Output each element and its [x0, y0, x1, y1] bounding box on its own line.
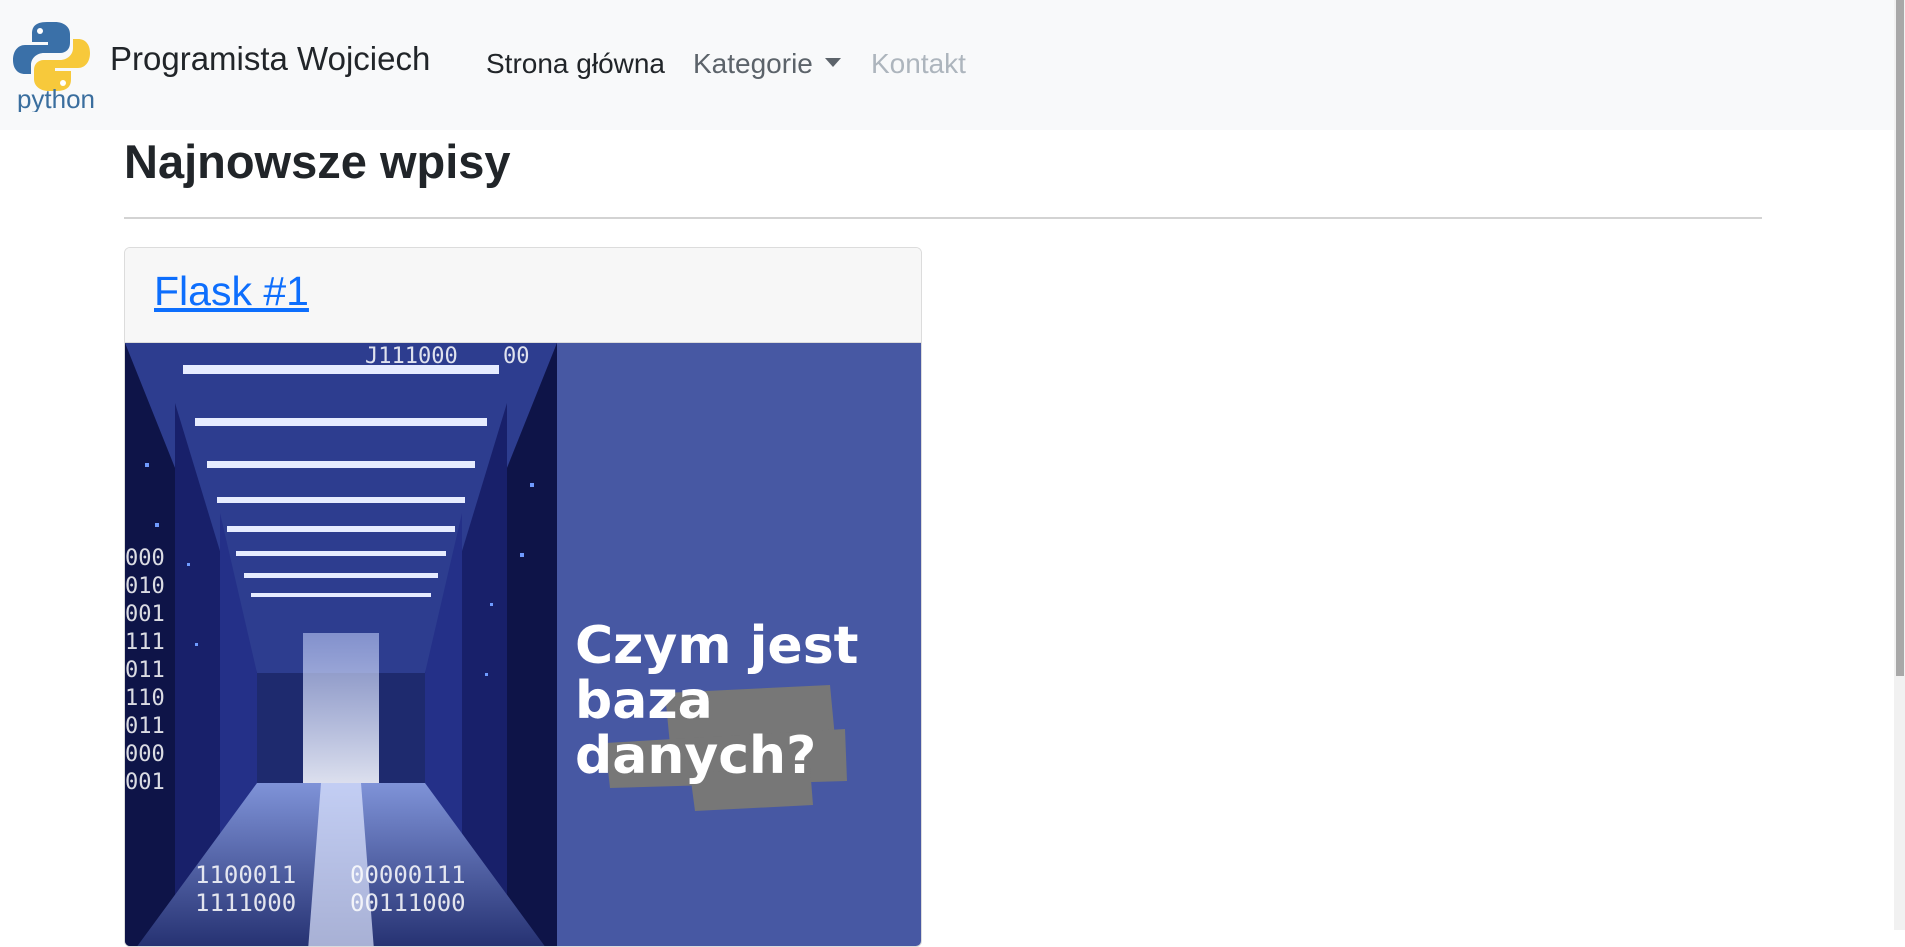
binary-text: 1100011	[195, 861, 296, 889]
binary-text: 00111000	[350, 889, 466, 917]
binary-text: 011	[125, 658, 165, 683]
navbar: python Programista Wojciech Strona główn…	[0, 0, 1894, 130]
nav-contact-link[interactable]: Kontakt	[871, 48, 966, 80]
binary-text: 00	[503, 344, 530, 369]
headline-line: baza	[575, 671, 713, 731]
post-card: Flask #1 J111000 00 000 010 001 111 011 …	[124, 247, 922, 947]
server-corridor-image: J111000 00 000 010 001 111 011 110 011 0…	[125, 343, 557, 946]
divider	[124, 217, 1762, 219]
nav-categories-dropdown[interactable]: Kategorie	[693, 48, 841, 80]
binary-text: 000	[125, 546, 165, 571]
post-thumbnail[interactable]: J111000 00 000 010 001 111 011 110 011 0…	[125, 343, 922, 947]
scrollbar-thumb[interactable]	[1896, 0, 1904, 676]
nav-home-link[interactable]: Strona główna	[486, 48, 665, 80]
caret-down-icon	[824, 58, 841, 67]
python-logo-text: python	[17, 84, 95, 112]
binary-text: 110	[125, 686, 165, 711]
binary-text: 1111000	[195, 889, 296, 917]
binary-text: 111	[125, 630, 165, 655]
binary-text: 00000111	[350, 861, 466, 889]
binary-text: 001	[125, 770, 165, 795]
binary-text: 011	[125, 714, 165, 739]
post-title-link[interactable]: Flask #1	[154, 268, 309, 315]
binary-text: 000	[125, 742, 165, 767]
python-logo-icon[interactable]: python	[10, 20, 102, 114]
post-card-header: Flask #1	[125, 248, 921, 343]
page-title: Najnowsze wpisy	[124, 135, 511, 188]
scrollbar[interactable]	[1894, 0, 1905, 930]
binary-text: 001	[125, 602, 165, 627]
headline-line: danych?	[575, 726, 816, 786]
binary-text: J111000	[365, 344, 458, 369]
brand-name[interactable]: Programista Wojciech	[110, 40, 430, 78]
headline-panel: Czym jest baza danych?	[557, 343, 921, 946]
binary-text: 010	[125, 574, 165, 599]
nav-categories-label: Kategorie	[693, 48, 813, 79]
headline-line: Czym jest	[575, 616, 859, 676]
